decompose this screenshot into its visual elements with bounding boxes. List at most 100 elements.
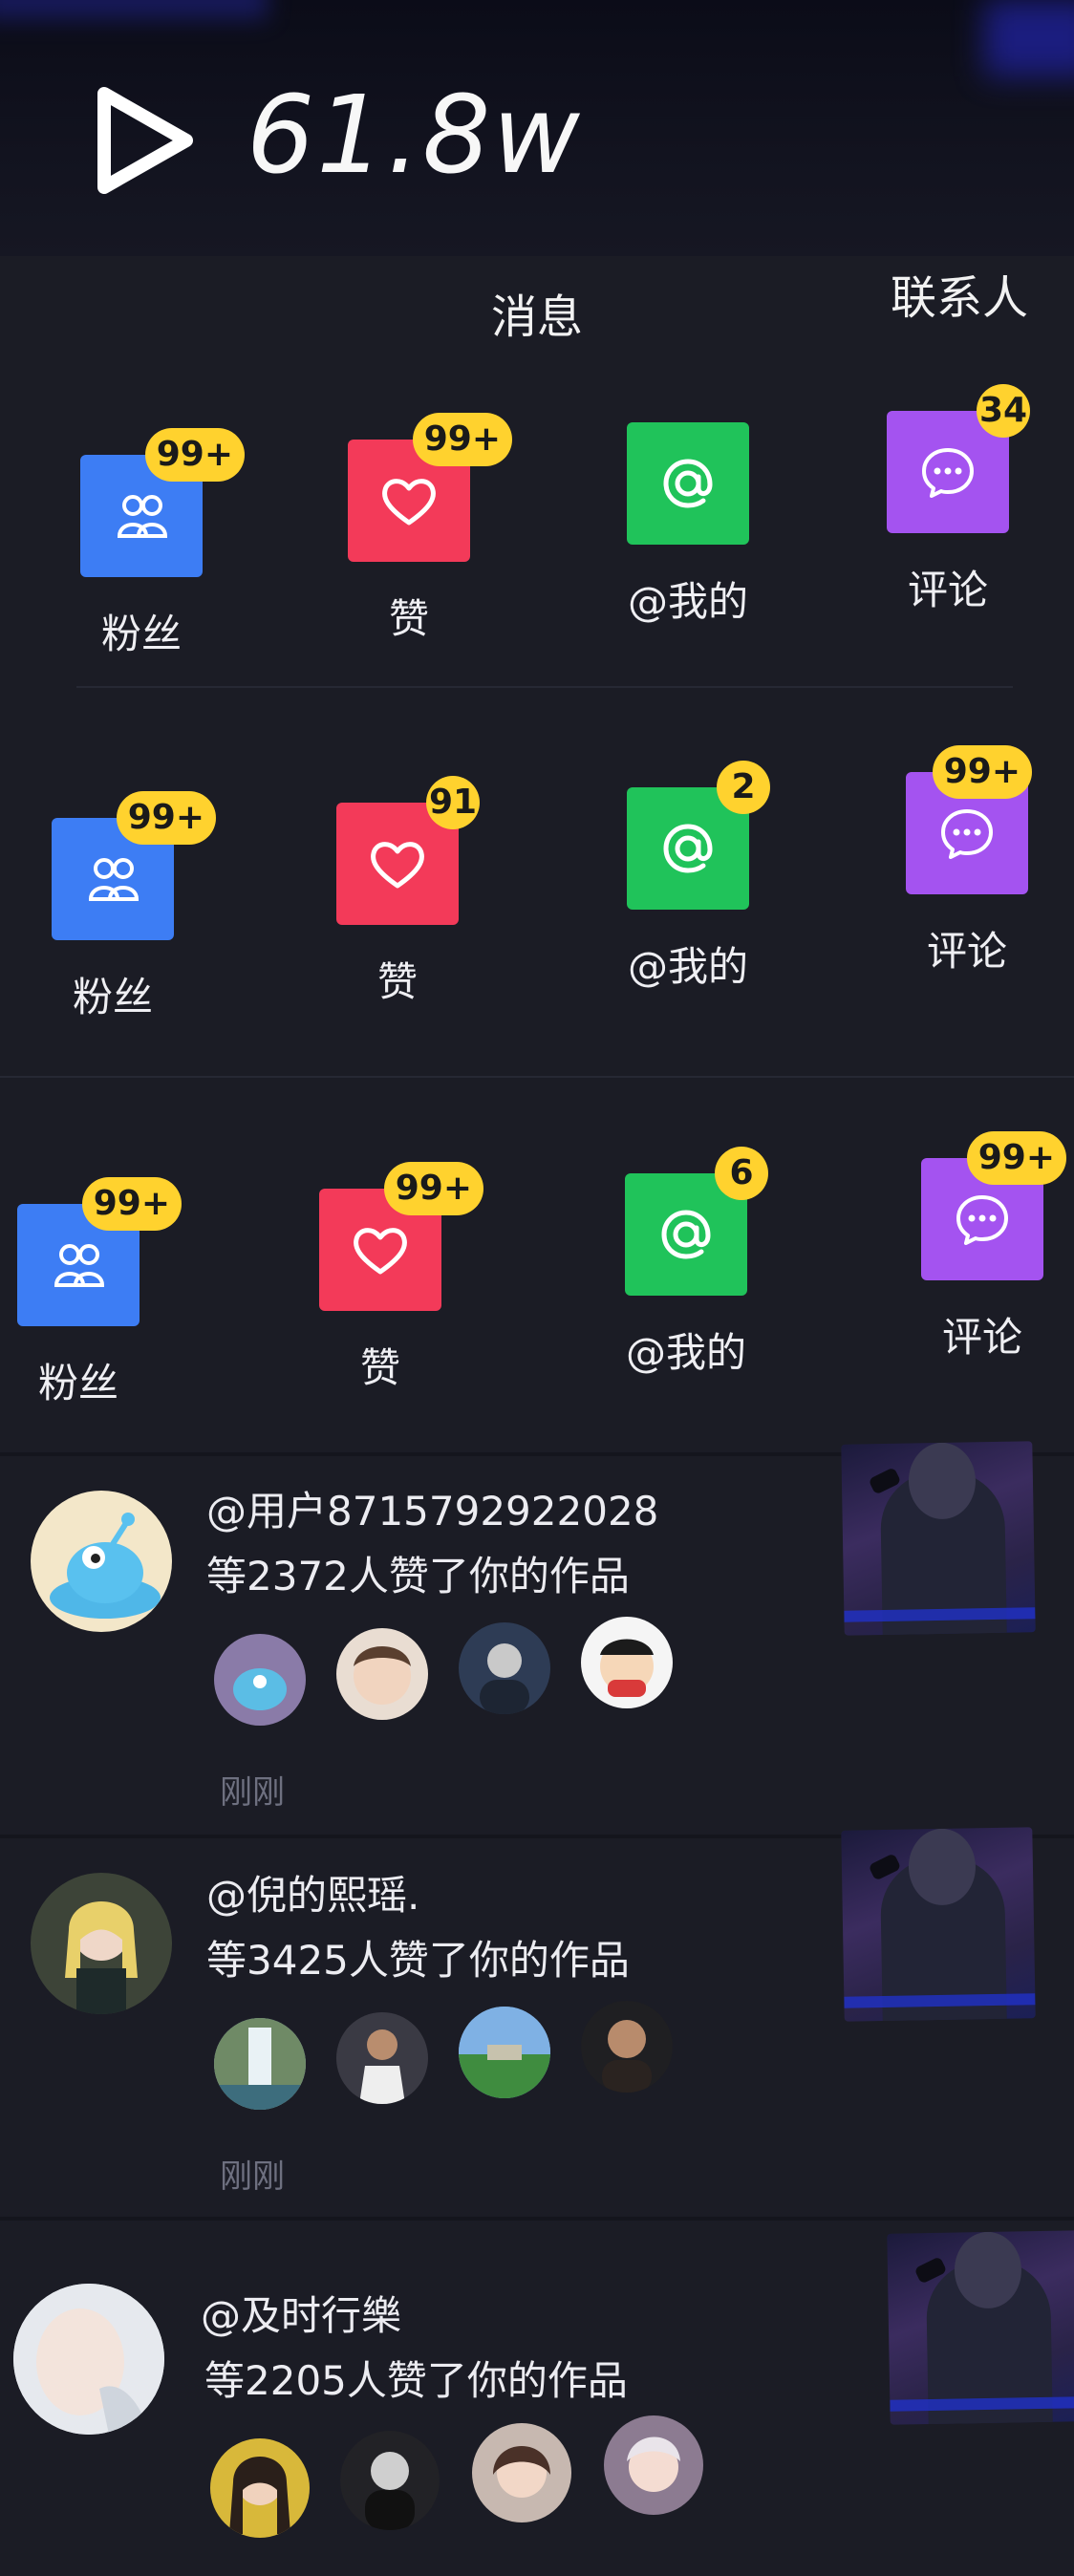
liker-avatar[interactable] — [336, 2012, 428, 2104]
waterfall-avatar-icon — [214, 2018, 306, 2110]
divider — [0, 2217, 1074, 2221]
post-thumbnail[interactable] — [841, 1441, 1036, 1636]
notification-badge: 2 — [717, 761, 770, 814]
liker-avatar[interactable] — [340, 2431, 440, 2530]
mentions-tile: 2 — [627, 761, 770, 910]
divider — [76, 686, 1013, 688]
timestamp: 刚刚 — [220, 1773, 285, 1812]
notification-badge: 99+ — [116, 791, 216, 845]
tile-comments[interactable]: 34 评论 — [881, 384, 1030, 616]
at-icon — [663, 459, 713, 508]
tile-likes[interactable]: 99+ 赞 — [313, 1162, 483, 1394]
heart-icon — [382, 479, 436, 526]
divider — [0, 1076, 1074, 1078]
cartoon-avatar-icon — [600, 1639, 654, 1697]
fans-tile: 99+ — [80, 428, 245, 577]
at-icon — [663, 824, 713, 873]
tile-label: 评论 — [907, 567, 988, 613]
play-count: 61.8w — [247, 74, 582, 198]
username-link[interactable]: @倪的熙瑶. — [206, 1863, 419, 1921]
notification-badge: 99+ — [144, 428, 245, 482]
tile-comments[interactable]: 99+ 评论 — [915, 1131, 1066, 1363]
notification-badge: 91 — [426, 776, 480, 829]
notification-badge: 99+ — [966, 1131, 1066, 1185]
notification-badge: 99+ — [81, 1177, 182, 1231]
heart-icon — [354, 1228, 407, 1275]
user-avatar[interactable] — [13, 2284, 164, 2435]
woman-avatar-icon — [65, 1901, 138, 2014]
tile-mentions[interactable]: 6 @我的 — [610, 1147, 768, 1379]
landscape-avatar-icon — [459, 2007, 550, 2098]
person-avatar-icon — [480, 1643, 529, 1714]
mentions-tile: 6 — [625, 1147, 768, 1296]
liker-avatar[interactable] — [604, 2415, 703, 2515]
play-icon — [97, 87, 193, 194]
comment-icon — [956, 1195, 1008, 1245]
person-avatar-icon — [365, 2452, 415, 2530]
tile-label: 粉丝 — [100, 611, 182, 657]
girl-avatar-icon — [627, 2436, 680, 2492]
man-avatar-icon — [602, 2020, 652, 2093]
girl-avatar-icon — [493, 2446, 550, 2498]
contacts-button[interactable]: 联系人 — [891, 260, 1028, 327]
tile-label: 粉丝 — [37, 1360, 118, 1406]
liker-avatar[interactable] — [214, 2018, 306, 2110]
notification-badge: 99+ — [383, 1162, 483, 1215]
liker-avatar[interactable] — [214, 1634, 306, 1726]
chef-avatar-icon — [359, 2029, 405, 2104]
notification-badge: 99+ — [412, 413, 512, 466]
liker-avatar[interactable] — [581, 1617, 673, 1708]
like-summary: 等2205人赞了你的作品 — [204, 2357, 628, 2404]
tile-fans[interactable]: 99+ 粉丝 — [75, 428, 245, 660]
tile-mentions[interactable]: @我的 — [612, 422, 764, 628]
like-summary: 等3425人赞了你的作品 — [206, 1937, 630, 1984]
comments-tile: 99+ — [921, 1131, 1066, 1280]
at-icon — [661, 1210, 711, 1259]
liker-avatar[interactable] — [210, 2438, 310, 2538]
tile-label: 赞 — [388, 595, 429, 642]
tile-label: 赞 — [376, 958, 418, 1005]
comment-icon — [941, 809, 993, 859]
tile-label: 粉丝 — [72, 974, 153, 1020]
fans-tile: 99+ — [52, 791, 216, 940]
mentions-tile — [627, 422, 749, 545]
post-thumbnail[interactable] — [887, 2230, 1074, 2425]
video-banner[interactable]: 61.8w — [0, 0, 1074, 256]
banner-glow — [0, 0, 268, 19]
woman-avatar-icon — [229, 2457, 290, 2534]
liker-avatar[interactable] — [472, 2423, 571, 2522]
tile-label: @我的 — [625, 1329, 746, 1376]
tile-label: @我的 — [627, 943, 748, 990]
fans-icon — [117, 495, 168, 538]
tile-likes[interactable]: 91 赞 — [331, 776, 480, 1008]
fans-icon — [54, 1244, 105, 1287]
fans-icon — [88, 858, 140, 901]
heart-icon — [371, 842, 424, 889]
liker-avatar[interactable] — [459, 1622, 550, 1714]
tile-fans[interactable]: 99+ 粉丝 — [46, 791, 216, 1023]
comments-tile: 99+ — [906, 745, 1032, 894]
tile-label: @我的 — [627, 578, 748, 625]
monster-avatar-icon — [233, 1668, 287, 1710]
username-link[interactable]: @用户8715792922028 — [206, 1479, 658, 1537]
notification-badge: 6 — [715, 1147, 768, 1200]
tile-mentions[interactable]: 2 @我的 — [612, 761, 770, 993]
comments-tile: 34 — [887, 384, 1030, 533]
timestamp: 刚刚 — [220, 2157, 285, 2196]
post-thumbnail[interactable] — [841, 1827, 1036, 2022]
comment-icon — [922, 448, 974, 498]
fans-tile: 99+ — [17, 1177, 182, 1326]
liker-avatar[interactable] — [581, 2001, 673, 2093]
liker-avatar[interactable] — [459, 2007, 550, 2098]
username-link[interactable]: @及时行樂 — [201, 2284, 401, 2342]
liker-avatar[interactable] — [336, 1628, 428, 1720]
tile-comments[interactable]: 99+ 评论 — [900, 745, 1034, 977]
notification-badge: 99+ — [932, 745, 1032, 799]
face-avatar-icon — [13, 2284, 164, 2435]
likes-tile: 99+ — [319, 1162, 483, 1311]
user-avatar[interactable] — [31, 1491, 172, 1632]
user-avatar[interactable] — [31, 1873, 172, 2014]
tile-fans[interactable]: 99+ 粉丝 — [11, 1177, 182, 1409]
tile-likes[interactable]: 99+ 赞 — [342, 413, 512, 645]
tile-label: 赞 — [359, 1344, 400, 1391]
